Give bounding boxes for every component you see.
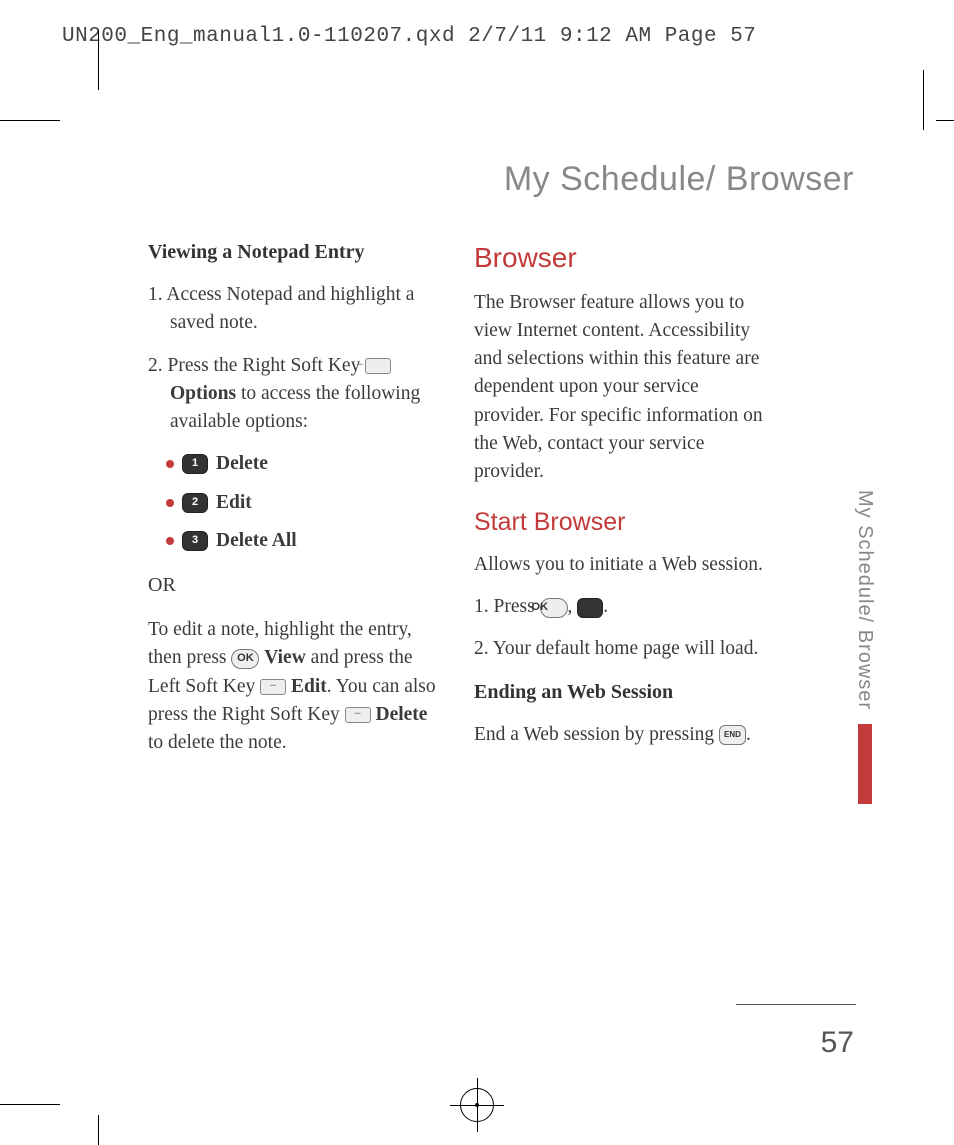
option-edit: 2 Edit [166,489,438,517]
ok-key-icon: OK [231,649,259,669]
crop-mark [98,1115,99,1145]
side-tab: My Schedule/ Browser [853,490,876,804]
sb-step-2: 2. Your default home page will load. [474,635,764,663]
end-a: End a Web session by pressing [474,724,719,745]
left-soft-key-icon [260,679,286,695]
page-content: My Schedule/ Browser Viewing a Notepad E… [98,120,924,1105]
crop-mark [98,30,99,90]
sb-step-1: 1. Press OK, 7. [474,593,764,621]
heading-ending-session: Ending an Web Session [474,678,764,707]
proof-header: UN200_Eng_manual1.0-110207.qxd 2/7/11 9:… [62,25,756,48]
end-b: . [746,724,751,745]
running-head: My Schedule/ Browser [504,160,854,199]
key-3-icon: 3 [182,531,208,551]
end-session-text: End a Web session by pressing END. [474,721,764,749]
step-2: 2. Press the Right Soft Key Options to a… [148,352,438,437]
page-number: 57 [821,1026,854,1060]
option-edit-label: Edit [216,489,252,517]
heading-browser: Browser [474,238,764,279]
step-2-options: Options [170,383,236,404]
side-tab-text: My Schedule/ Browser [853,490,876,710]
bullet-icon [166,537,174,545]
right-soft-key-icon [365,358,391,374]
left-column: Viewing a Notepad Entry 1. Access Notepa… [148,238,438,771]
p2-view: View [264,647,306,668]
ok-key-icon: OK [540,598,568,618]
footer-rule [736,1004,856,1005]
crop-mark [936,120,954,121]
sb-step1-c: . [603,596,608,617]
right-soft-key-icon [345,707,371,723]
columns: Viewing a Notepad Entry 1. Access Notepa… [148,238,764,771]
option-delete-all-label: Delete All [216,527,297,555]
crop-mark [0,120,60,121]
heading-viewing-notepad: Viewing a Notepad Entry [148,238,438,267]
option-delete: 1 Delete [166,450,438,478]
p2-d: to delete the note. [148,732,287,753]
start-browser-intro: Allows you to initiate a Web session. [474,551,764,579]
sb-step1-a: 1. Press [474,596,540,617]
option-delete-all: 3 Delete All [166,527,438,555]
side-tab-bar [858,724,872,804]
end-key-icon: END [719,725,746,745]
step-1: 1. Access Notepad and highlight a saved … [148,281,438,338]
or-text: OR [148,571,438,600]
p2-edit: Edit [291,676,327,697]
option-delete-label: Delete [216,450,268,478]
bullet-icon [166,460,174,468]
key-2-icon: 2 [182,493,208,513]
crop-mark [0,1104,60,1105]
key-1-icon: 1 [182,454,208,474]
p2-delete: Delete [375,704,427,725]
browser-intro: The Browser feature allows you to view I… [474,289,764,487]
bullet-icon [166,499,174,507]
heading-start-browser: Start Browser [474,504,764,540]
key-7-icon: 7 [577,598,603,618]
right-column: Browser The Browser feature allows you t… [474,238,764,771]
edit-note-paragraph: To edit a note, highlight the entry, the… [148,616,438,757]
step-2-pre: 2. Press the Right Soft Key [148,355,365,376]
